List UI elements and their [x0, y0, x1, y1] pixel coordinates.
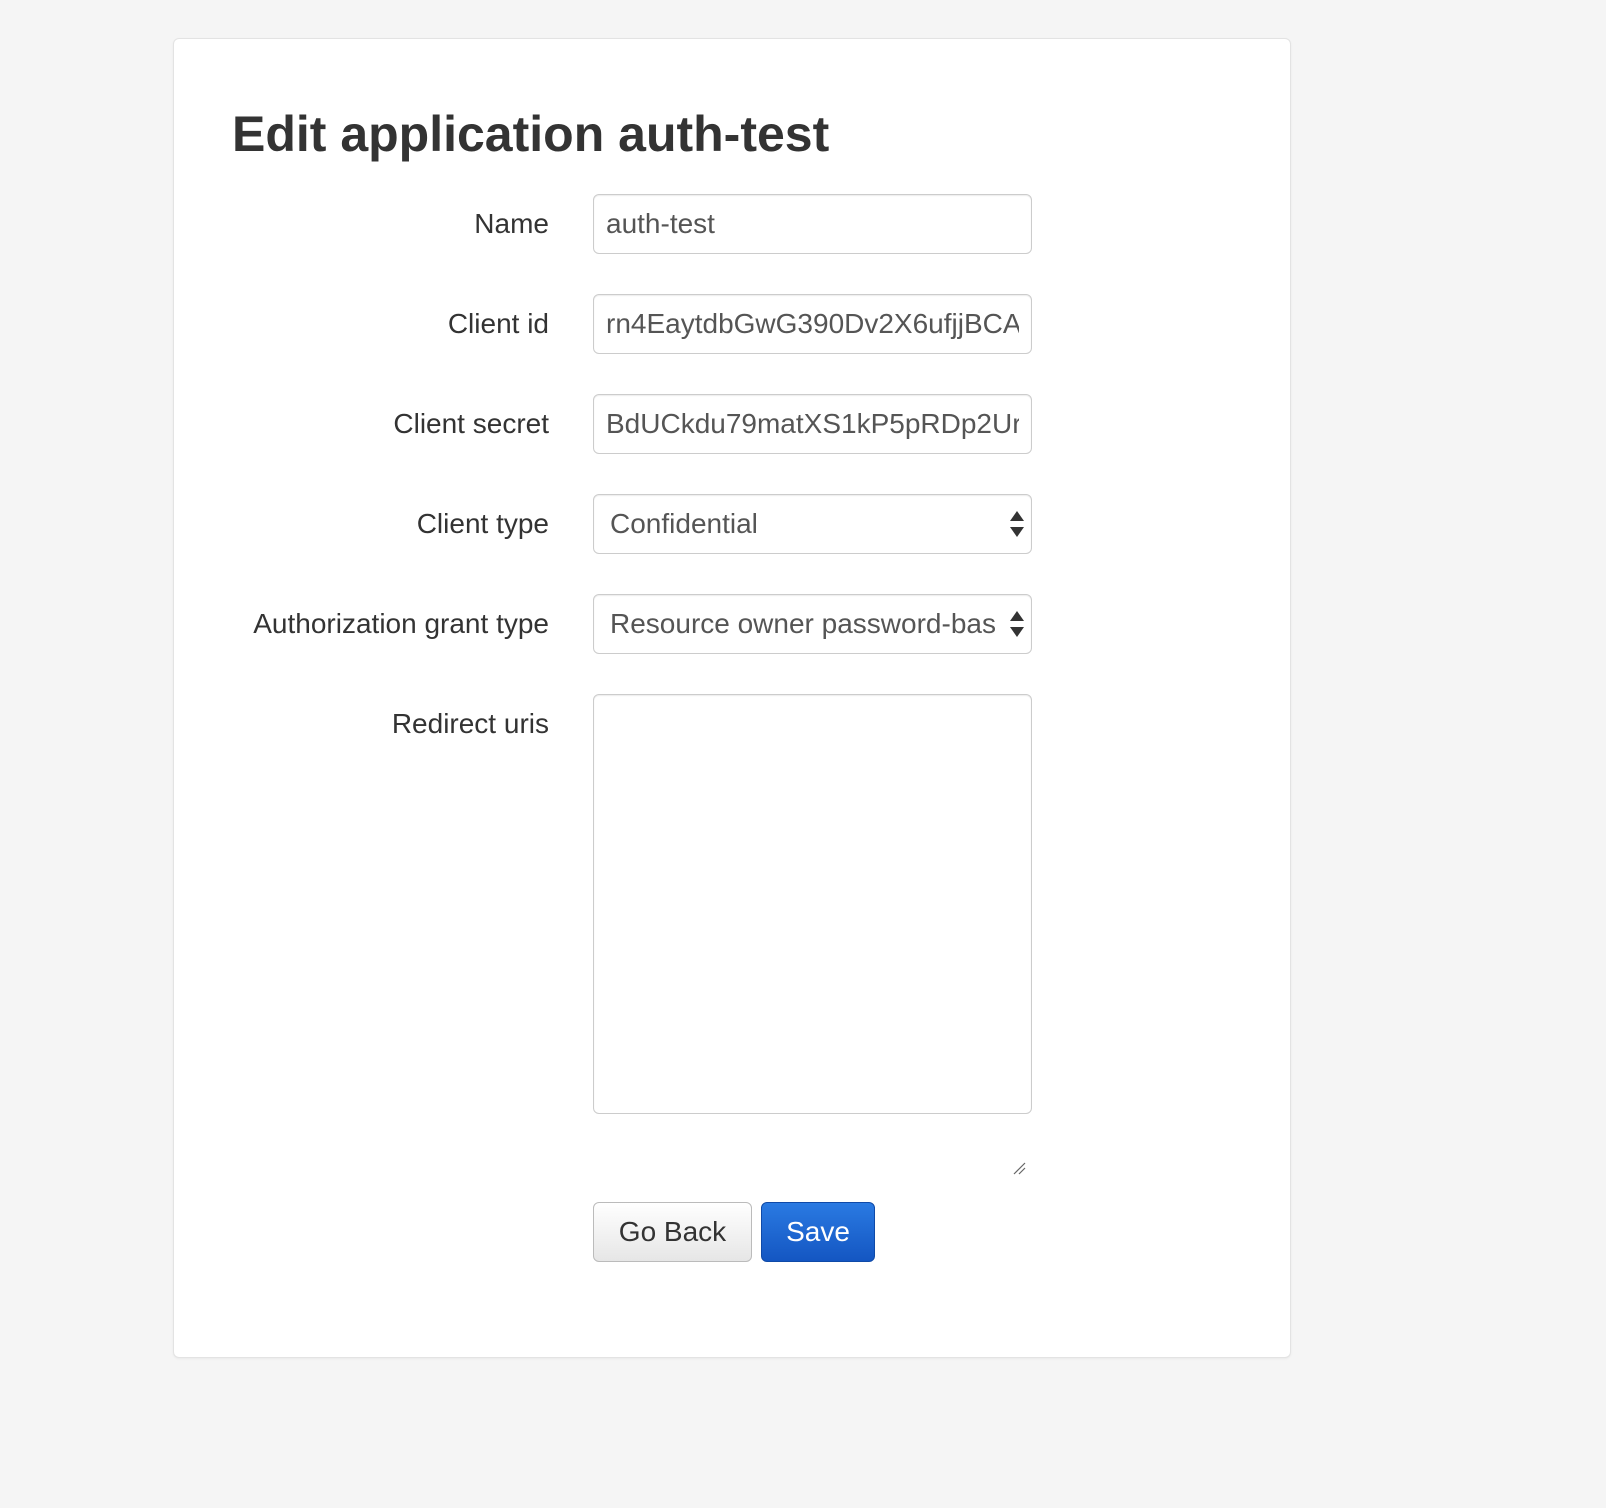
- edit-application-card: Edit application auth-test Name Client i…: [173, 38, 1291, 1358]
- redirect-uris-label: Redirect uris: [391, 708, 549, 739]
- client-secret-input[interactable]: [593, 394, 1032, 454]
- grant-type-label: Authorization grant type: [253, 608, 549, 639]
- form-actions: Go Back Save: [174, 1202, 1290, 1262]
- resize-grip-icon[interactable]: [1012, 1161, 1026, 1175]
- go-back-button[interactable]: Go Back: [593, 1202, 752, 1262]
- client-secret-label: Client secret: [393, 408, 549, 439]
- page-title: Edit application auth-test: [232, 106, 830, 162]
- name-input[interactable]: [593, 194, 1032, 254]
- form-row-grant-type: Authorization grant type Resource owner …: [174, 594, 1290, 654]
- client-type-selected-value: Confidential: [610, 508, 758, 539]
- grant-type-select[interactable]: Resource owner password-bas: [593, 594, 1032, 654]
- form-row-client-secret: Client secret: [174, 394, 1290, 454]
- up-down-arrows-icon: [1010, 511, 1024, 539]
- form-row-redirect-uris: Redirect uris: [174, 694, 1290, 1114]
- form-row-name: Name: [174, 194, 1290, 254]
- name-label: Name: [474, 208, 549, 239]
- client-type-label: Client type: [416, 508, 549, 539]
- form-row-client-id: Client id: [174, 294, 1290, 354]
- form-row-client-type: Client type Confidential: [174, 494, 1290, 554]
- grant-type-selected-value: Resource owner password-bas: [610, 608, 996, 639]
- up-down-arrows-icon: [1010, 611, 1024, 639]
- save-button[interactable]: Save: [761, 1202, 875, 1262]
- client-id-label: Client id: [447, 308, 549, 339]
- redirect-uris-textarea[interactable]: [593, 694, 1032, 1114]
- client-id-input[interactable]: [593, 294, 1032, 354]
- client-type-select[interactable]: Confidential: [593, 494, 1032, 554]
